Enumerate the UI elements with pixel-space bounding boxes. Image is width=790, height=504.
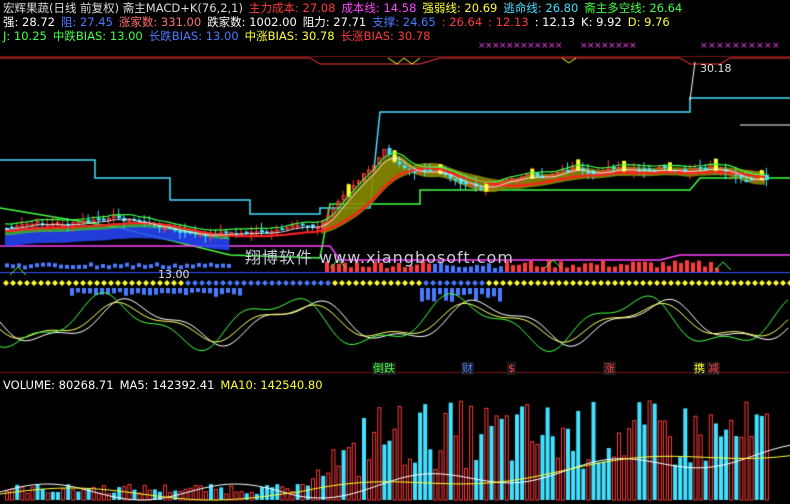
header2-item-2: 涨家数: 331.00 — [118, 15, 202, 29]
volume-header-item-2: MA10: 142540.80 — [220, 378, 323, 392]
header1-item-5: 斋主多空线: 26.64 — [584, 1, 683, 15]
watermark: 翔博软件 www.xiangbosoft.com — [245, 248, 514, 267]
header2-item-4: 阻力: 27.71 — [302, 15, 367, 29]
header1-item-1: 主力成本: 27.08 — [248, 1, 336, 15]
header2-item-6: : 26.64 — [441, 15, 483, 29]
event-marker: 倒跌 — [372, 362, 396, 375]
low-price-label: 13.00 — [158, 268, 190, 281]
header2-item-7: : 12.13 — [488, 15, 529, 29]
event-marker: 财 — [461, 362, 474, 375]
volume-header-item-1: MA5: 142392.41 — [119, 378, 215, 392]
header1-item-0: 宏辉果蔬(日线 前复权) 斋主MACD+K(76,2,1) — [3, 1, 243, 15]
volume-header-item-0: VOLUME: 80268.71 — [3, 378, 114, 392]
header3-item-0: J: 10.25 — [3, 29, 47, 43]
header2-item-3: 跌家数: 1002.00 — [207, 15, 297, 29]
header3-item-2: 长跌BIAS: 13.00 — [148, 29, 239, 43]
header3-item-3: 中涨BIAS: 30.78 — [244, 29, 335, 43]
indicator-header-row-2: 强: 28.72 阻: 27.45 涨家数: 331.00 跌家数: 1002.00 阻… — [3, 15, 676, 29]
header1-item-4: 逃命线: 26.80 — [503, 1, 579, 15]
event-marker: 携 — [693, 362, 706, 375]
header2-item-8: : 12.13 — [534, 15, 576, 29]
header2-item-0: 强: 28.72 — [3, 15, 55, 29]
event-marker: $ — [507, 362, 516, 375]
header1-item-2: 成本线: 14.58 — [341, 1, 417, 15]
indicator-header-row-3: J: 10.25 中跌BIAS: 13.00 长跌BIAS: 13.00 中涨BIAS… — [3, 29, 436, 43]
header2-item-9: K: 9.92 — [581, 15, 622, 29]
header2-item-5: 支撑: 24.65 — [372, 15, 436, 29]
event-marker: 涨 — [603, 362, 616, 375]
event-marker: 减 — [707, 362, 720, 375]
header2-item-1: 阻: 27.45 — [60, 15, 113, 29]
header3-item-1: 中跌BIAS: 13.00 — [52, 29, 143, 43]
indicator-header-row-1: 宏辉果蔬(日线 前复权) 斋主MACD+K(76,2,1) 主力成本: 27.08… — [3, 1, 688, 15]
high-price-label: 30.18 — [700, 62, 732, 75]
volume-header: VOLUME: 80268.71 MA5: 142392.41 MA10: 1425… — [3, 378, 329, 392]
header1-item-3: 强弱线: 20.69 — [422, 1, 498, 15]
header3-item-4: 长涨BIAS: 30.78 — [340, 29, 431, 43]
header2-item-10: D: 9.76 — [627, 15, 670, 29]
